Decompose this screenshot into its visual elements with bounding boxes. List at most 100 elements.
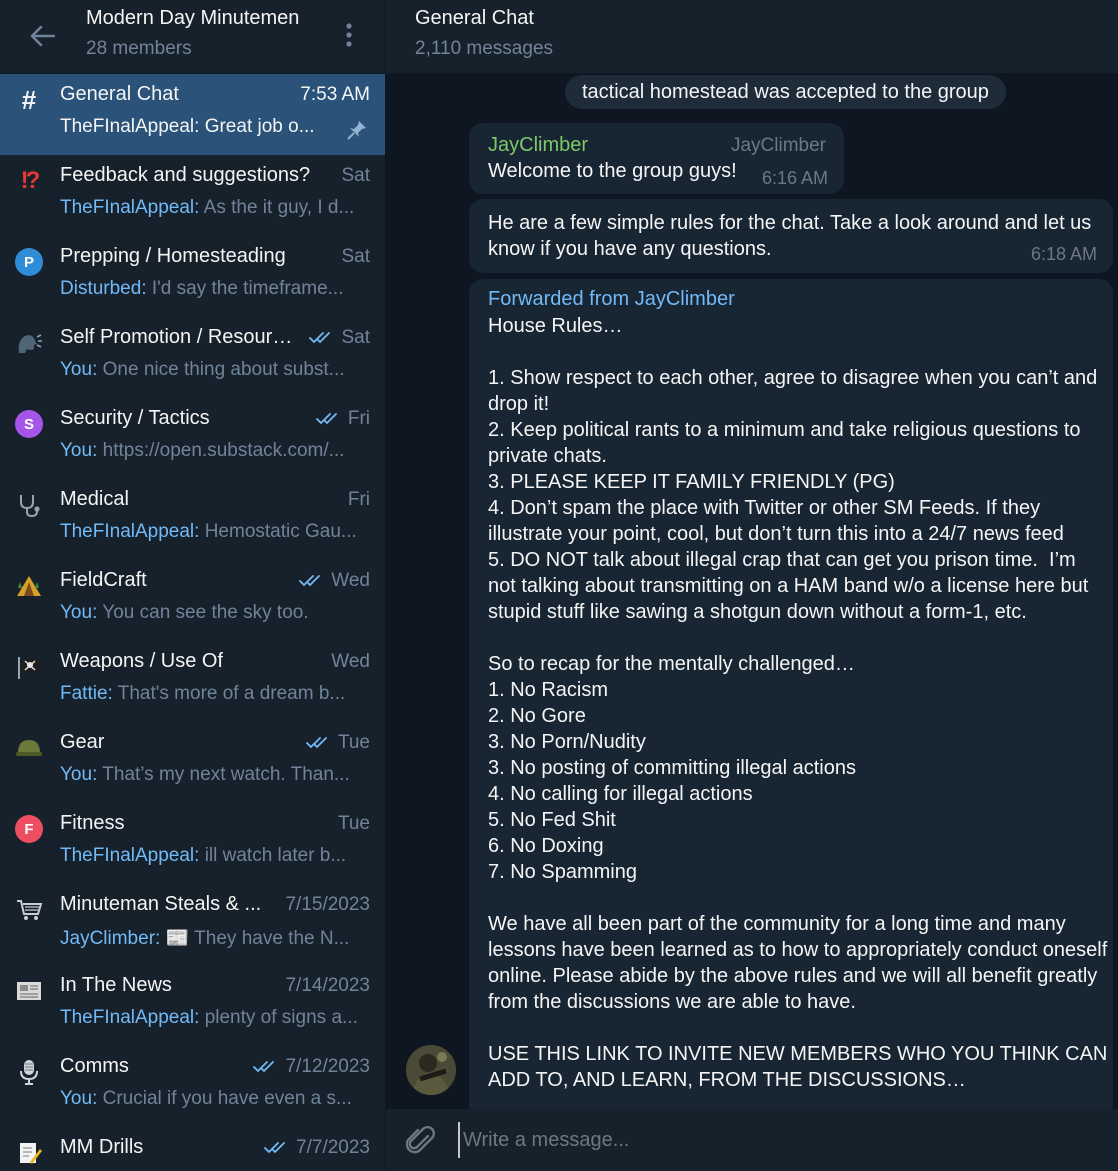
message-line: House Rules…: [488, 315, 623, 337]
forwarded-from-label[interactable]: Forwarded from JayClimber: [488, 288, 735, 311]
preview-text: ill watch later b...: [199, 845, 347, 866]
forwarded-message-bubble[interactable]: Forwarded from JayClimber House Rules… 1.…: [469, 279, 1113, 1119]
message-text: House Rules… 1. Show respect to each othe…: [488, 313, 1108, 1093]
pirate-flag-icon: [14, 652, 44, 682]
group-title[interactable]: Modern Day Minutemen: [86, 7, 299, 30]
author-tag: JayClimber: [730, 135, 826, 156]
message-line: 3. No posting of committing illegal acti…: [488, 757, 856, 779]
double-check-icon: [264, 1142, 285, 1154]
topic-item[interactable]: In The News 7/14/2023 TheFInalAppeal: plen…: [0, 965, 385, 1046]
topic-name: Minuteman Steals & ...: [60, 893, 262, 915]
topic-item[interactable]: FieldCraft Wed You: You can see the sky to…: [0, 560, 385, 641]
topic-name: Weapons / Use Of: [60, 650, 224, 672]
message-line: 4. No calling for illegal actions: [488, 783, 753, 805]
preview-sender: JayClimber:: [60, 928, 161, 949]
topic-preview: Disturbed: I'd say the timeframe...: [60, 278, 370, 300]
letter-s-icon: S: [14, 409, 44, 439]
topic-item[interactable]: Medical Fri TheFInalAppeal: Hemostatic Gau…: [0, 479, 385, 560]
topic-time-text: Tue: [337, 732, 370, 753]
topic-time: 7/12/2023: [253, 1056, 370, 1078]
topic-preview: You: Crucial if you have even a s...: [60, 1088, 370, 1110]
preview-sender: You:: [60, 764, 98, 785]
topic-time-text: Fri: [347, 408, 370, 429]
message-time: 6:16 AM: [761, 168, 828, 188]
topics-sidebar: Modern Day Minutemen 28 members # General…: [0, 0, 385, 1171]
double-check-icon: [253, 1061, 275, 1073]
microphone-icon: [14, 1057, 44, 1087]
topic-name: MM Drills: [60, 1136, 144, 1158]
preview-sender: You:: [60, 359, 98, 380]
topic-time-text: Sat: [341, 165, 370, 186]
message-bubble[interactable]: JayClimber JayClimber Welcome to the gro…: [469, 123, 844, 194]
message-line: 5. No Fed Shit: [488, 809, 616, 831]
more-vertical-icon: [346, 23, 352, 47]
topic-item[interactable]: # General Chat 7:53 AM TheFInalAppeal: Grea…: [0, 74, 385, 155]
topic-item[interactable]: Minuteman Steals & ... 7/15/2023 JayClimbe…: [0, 884, 385, 965]
attach-button[interactable]: [404, 1125, 438, 1159]
topic-item[interactable]: F Fitness Tue TheFInalAppeal: ill watch lat…: [0, 803, 385, 884]
topic-time: Sat: [341, 165, 370, 187]
message-line: 7. No Spamming: [488, 861, 637, 883]
topic-item[interactable]: Comms 7/12/2023 You: Crucial if you have e…: [0, 1046, 385, 1127]
topic-item[interactable]: P Prepping / Homesteading Sat Disturbed: I'…: [0, 236, 385, 317]
preview-sender: You:: [60, 1088, 98, 1109]
preview-text: 📰 They have the N...: [160, 928, 350, 949]
topic-preview: TheFInalAppeal: plenty of signs a...: [60, 1007, 370, 1029]
topic-time: Fri: [348, 489, 370, 511]
topic-preview: You: That’s my next watch. Than...: [60, 764, 370, 786]
preview-sender: TheFInalAppeal:: [60, 521, 200, 542]
sender-avatar[interactable]: [406, 1045, 456, 1095]
topic-time-text: Tue: [337, 813, 370, 834]
topic-time-text: 7/15/2023: [285, 894, 370, 915]
message-line: 3. No Porn/Nudity: [488, 731, 646, 753]
topic-time: Sat: [341, 246, 370, 268]
topic-name: General Chat: [60, 83, 179, 105]
hash-icon: #: [21, 84, 37, 115]
shopping-cart-icon: [14, 895, 44, 925]
message-bubble[interactable]: He are a few simple rules for the chat. …: [469, 199, 1113, 273]
preview-sender: TheFInalAppeal:: [60, 845, 200, 866]
sidebar-header: Modern Day Minutemen 28 members: [0, 0, 385, 74]
topic-name: Security / Tactics: [60, 407, 210, 429]
back-button[interactable]: [24, 18, 60, 54]
stethoscope-icon: [14, 490, 44, 520]
message-line: 2. Keep political rants to a minimum and…: [488, 419, 1087, 467]
preview-sender: TheFInalAppeal:: [60, 197, 200, 218]
message-line: [488, 625, 1108, 651]
topic-preview: You: You can see the sky too.: [60, 602, 370, 624]
topic-item[interactable]: S Security / Tactics Fri You: https://open.…: [0, 398, 385, 479]
helmet-icon: [14, 733, 44, 763]
topic-item[interactable]: Weapons / Use Of Wed Fattie: That's more o…: [0, 641, 385, 722]
topic-item[interactable]: !? Feedback and suggestions? Sat TheFInalAp…: [0, 155, 385, 236]
topic-item[interactable]: MM Drills 7/7/2023: [0, 1127, 385, 1171]
message-input[interactable]: [458, 1122, 1098, 1158]
preview-text: That's more of a dream b...: [112, 683, 346, 704]
topic-time: Sat: [309, 327, 370, 349]
topic-name: Gear: [60, 731, 105, 753]
preview-text: That’s my next watch. Than...: [97, 764, 350, 785]
preview-text: One nice thing about subst...: [97, 359, 345, 380]
preview-sender: You:: [60, 602, 98, 623]
topic-time: 7/15/2023: [285, 894, 370, 916]
topic-name: Feedback and suggestions?: [60, 164, 311, 186]
topic-item[interactable]: Gear Tue You: That’s my next watch. Than..…: [0, 722, 385, 803]
message-line: [488, 339, 1108, 365]
topic-preview: TheFInalAppeal: ill watch later b...: [60, 845, 370, 867]
topic-item[interactable]: Self Promotion / Resourc... Sat You: One n…: [0, 317, 385, 398]
topic-time-text: Sat: [341, 327, 370, 348]
paperclip-icon: [406, 1126, 435, 1154]
memo-icon: [14, 1138, 44, 1168]
topic-name: Comms: [60, 1055, 129, 1077]
preview-sender: Disturbed:: [60, 278, 147, 299]
preview-text: TheFInalAppeal: Great job o...: [60, 116, 315, 137]
topic-name: Self Promotion / Resourc...: [60, 326, 295, 348]
more-menu-button[interactable]: [336, 18, 362, 52]
message-text: Welcome to the group guys!: [488, 160, 737, 182]
topic-time-text: 7/7/2023: [296, 1137, 370, 1158]
message-author[interactable]: JayClimber: [488, 134, 588, 157]
topic-preview: TheFInalAppeal: Great job o...: [60, 116, 340, 138]
chat-header[interactable]: General Chat 2,110 messages: [386, 0, 1118, 74]
double-check-icon: [306, 737, 327, 749]
message-time: 6:18 AM: [1030, 244, 1097, 264]
topic-preview: TheFInalAppeal: As the it guy, I d...: [60, 197, 370, 219]
